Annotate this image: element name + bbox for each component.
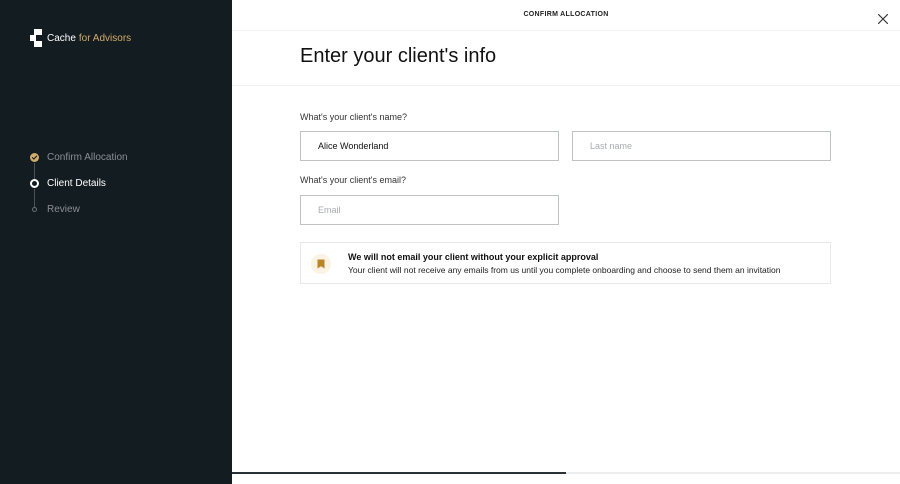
step-review[interactable]: Review: [30, 204, 80, 215]
step-label: Confirm Allocation: [47, 152, 128, 163]
first-name-input[interactable]: [300, 131, 559, 161]
step-connector: [34, 163, 35, 179]
step-confirm-allocation[interactable]: Confirm Allocation: [30, 152, 128, 163]
notice-body: Your client will not receive any emails …: [348, 265, 781, 275]
brand-subtitle: for Advisors: [78, 32, 132, 44]
header-divider: [232, 30, 900, 31]
email-input[interactable]: [300, 195, 559, 225]
sidebar: Cache for Advisors Confirm Allocation Cl…: [0, 0, 232, 484]
check-circle-icon: [30, 153, 39, 162]
title-divider: [232, 85, 900, 86]
close-icon[interactable]: [877, 12, 889, 25]
logo-mark-icon: [30, 29, 42, 47]
bookmark-icon: [311, 254, 331, 274]
last-name-input[interactable]: [572, 131, 831, 161]
progress-bar: [232, 472, 900, 474]
upcoming-step-dot-icon: [32, 207, 37, 212]
step-label: Client Details: [47, 178, 106, 189]
brand-logo: Cache for Advisors: [30, 29, 131, 47]
brand-name: Cache: [47, 32, 76, 44]
progress-fill: [232, 472, 566, 474]
step-client-details[interactable]: Client Details: [30, 178, 106, 189]
page-title: Enter your client's info: [300, 45, 497, 67]
header-title: CONFIRM ALLOCATION: [523, 11, 609, 18]
step-label: Review: [47, 204, 80, 215]
email-question-label: What's your client's email?: [300, 175, 406, 185]
name-question-label: What's your client's name?: [300, 112, 407, 122]
email-notice-card: We will not email your client without yo…: [300, 242, 831, 284]
notice-title: We will not email your client without yo…: [348, 252, 599, 262]
current-step-circle-icon: [30, 179, 39, 188]
